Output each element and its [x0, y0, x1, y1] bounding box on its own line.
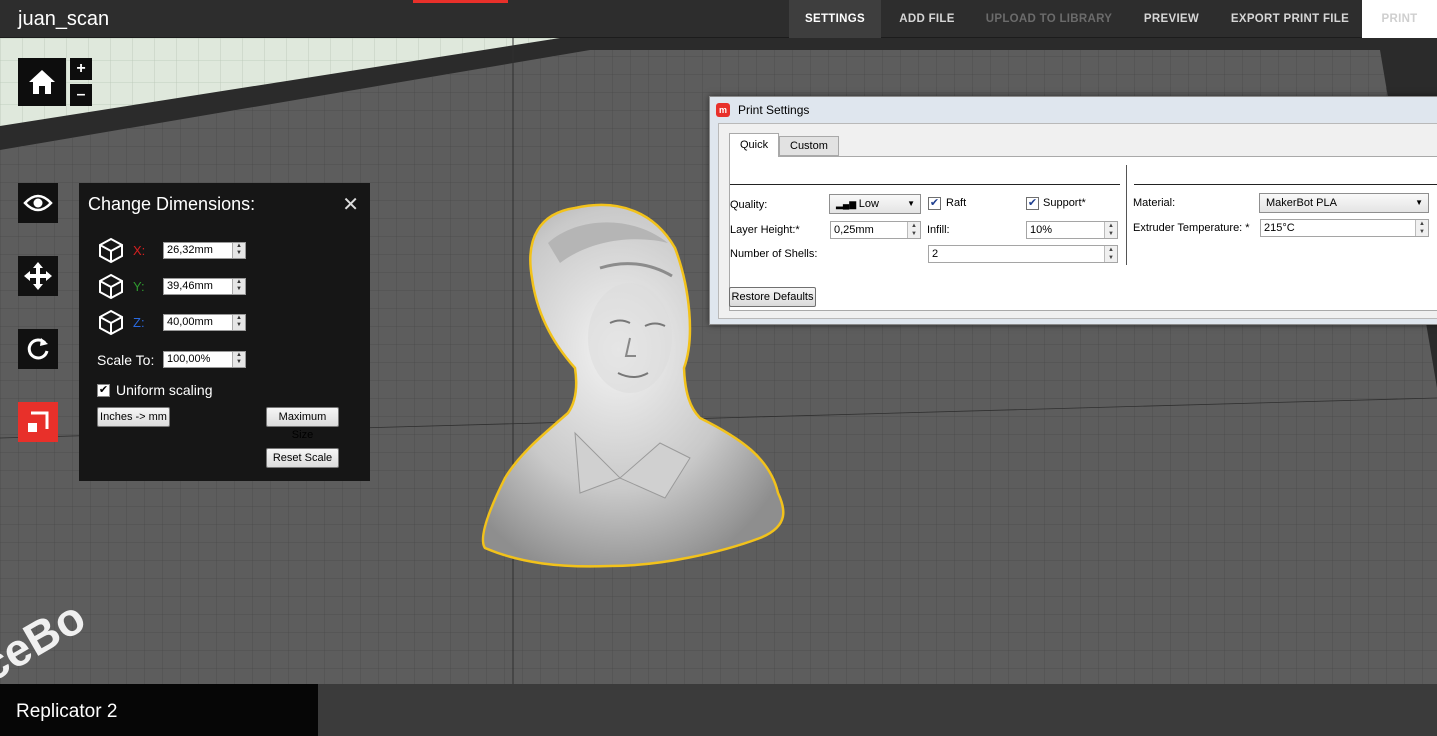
- spin-arrows-icon[interactable]: ▲ ▼: [232, 243, 245, 258]
- extruder-temperature-label: Extruder Temperature: *: [1133, 222, 1250, 234]
- raft-checkbox[interactable]: ✔: [928, 197, 941, 210]
- spin-arrows-icon[interactable]: ▲ ▼: [232, 279, 245, 294]
- move-icon: [24, 262, 52, 290]
- shells-label: Number of Shells:: [730, 248, 818, 260]
- inches-to-mm-button[interactable]: Inches -> mm: [97, 407, 170, 427]
- uniform-scaling-checkbox[interactable]: ✔: [97, 384, 110, 397]
- dialog-title: Print Settings: [738, 103, 810, 117]
- spin-arrows-icon[interactable]: ▲ ▼: [232, 352, 245, 367]
- tab-quick[interactable]: Quick: [729, 133, 780, 157]
- shells-field[interactable]: 2 ▲ ▼: [928, 245, 1118, 263]
- divider: [1134, 184, 1437, 185]
- printer-selector[interactable]: Replicator 2: [0, 684, 318, 736]
- shells-value: 2: [932, 248, 939, 260]
- cube-x-icon: [99, 237, 123, 264]
- dialog-body: Quick Custom Quality: ▂▄▆ Low ▼ ✔ Raft ✔…: [718, 123, 1437, 319]
- home-icon: [29, 70, 55, 94]
- cube-z-icon: [99, 309, 123, 336]
- printer-name: Replicator 2: [16, 701, 118, 722]
- dialog-titlebar[interactable]: m Print Settings: [710, 97, 1437, 123]
- bottom-bar: Replicator 2: [0, 684, 1437, 736]
- maximum-size-button[interactable]: Maximum Size: [266, 407, 339, 441]
- support-checkbox[interactable]: ✔: [1026, 197, 1039, 210]
- signal-icon: ▂▄▆: [836, 199, 859, 209]
- project-title: juan_scan: [18, 8, 110, 30]
- makerbot-logo-icon: m: [716, 103, 730, 117]
- x-dimension-field[interactable]: 26,32mm ▲ ▼: [163, 242, 246, 259]
- nav-upload-to-library[interactable]: UPLOAD TO LIBRARY: [973, 0, 1125, 38]
- nav-preview[interactable]: PREVIEW: [1125, 0, 1218, 38]
- extruder-temperature-field[interactable]: 215°C ▲ ▼: [1260, 219, 1429, 237]
- nav-settings[interactable]: SETTINGS: [789, 0, 881, 38]
- spin-arrows-icon[interactable]: ▲ ▼: [232, 315, 245, 330]
- x-label: X:: [133, 243, 146, 258]
- z-dimension-field[interactable]: 40,00mm ▲ ▼: [163, 314, 246, 331]
- spin-arrows-icon[interactable]: ▲ ▼: [1104, 222, 1117, 238]
- y-dimension-field[interactable]: 39,46mm ▲ ▼: [163, 278, 246, 295]
- layer-height-field[interactable]: 0,25mm ▲ ▼: [830, 221, 921, 239]
- reset-scale-button[interactable]: Reset Scale: [266, 448, 339, 468]
- scale-value: 100,00%: [167, 353, 211, 365]
- scale-to-label: Scale To:: [97, 352, 155, 368]
- infill-value: 10%: [1030, 224, 1053, 236]
- infill-field[interactable]: 10% ▲ ▼: [1026, 221, 1118, 239]
- spin-arrows-icon[interactable]: ▲ ▼: [907, 222, 920, 238]
- scale-to-field[interactable]: 100,00% ▲ ▼: [163, 351, 246, 368]
- cube-y-icon: [99, 273, 123, 300]
- spin-arrows-icon[interactable]: ▲ ▼: [1415, 220, 1428, 236]
- rotate-button[interactable]: [18, 329, 58, 369]
- close-icon[interactable]: ✕: [342, 192, 359, 217]
- tab-custom[interactable]: Custom: [779, 136, 839, 156]
- nav-add-file[interactable]: ADD FILE: [881, 0, 973, 38]
- quality-value: Low: [858, 198, 879, 210]
- chevron-down-icon: ▼: [907, 199, 915, 208]
- y-label: Y:: [133, 279, 145, 294]
- layer-height-value: 0,25mm: [834, 224, 874, 236]
- change-dimensions-panel: Change Dimensions: ✕ X: 26,32mm ▲ ▼ Y: 39…: [79, 183, 370, 481]
- infill-label: Infill:: [927, 224, 950, 236]
- rotate-icon: [27, 338, 49, 360]
- home-view-button[interactable]: [18, 58, 66, 106]
- material-value: MakerBot PLA: [1266, 197, 1337, 209]
- divider: [1126, 165, 1127, 265]
- nav-export-print-file[interactable]: EXPORT PRINT FILE: [1218, 0, 1362, 38]
- spin-arrows-icon[interactable]: ▲ ▼: [1104, 246, 1117, 262]
- panel-title: Change Dimensions:: [88, 194, 256, 214]
- eye-icon: [23, 194, 53, 212]
- quality-label: Quality:: [730, 199, 768, 211]
- uniform-scaling-label: Uniform scaling: [116, 382, 213, 398]
- divider: [730, 184, 1120, 185]
- move-button[interactable]: [18, 256, 58, 296]
- quick-settings-pane: Quality: ▂▄▆ Low ▼ ✔ Raft ✔ Support* Lay…: [729, 156, 1437, 311]
- restore-defaults-button[interactable]: Restore Defaults: [729, 287, 816, 307]
- view-button[interactable]: [18, 183, 58, 223]
- material-label: Material:: [1133, 197, 1176, 209]
- zoom-in-button[interactable]: +: [70, 58, 92, 80]
- scale-icon: [28, 411, 49, 432]
- x-value: 26,32mm: [167, 244, 213, 256]
- z-label: Z:: [133, 315, 145, 330]
- quality-select[interactable]: ▂▄▆ Low ▼: [829, 194, 921, 214]
- support-label: Support*: [1043, 197, 1086, 209]
- scale-button[interactable]: [18, 402, 58, 442]
- accent-indicator: [413, 0, 508, 3]
- y-value: 39,46mm: [167, 280, 213, 292]
- material-select[interactable]: MakerBot PLA ▼: [1259, 193, 1429, 213]
- raft-label: Raft: [946, 197, 967, 209]
- zoom-out-button[interactable]: –: [70, 84, 92, 106]
- layer-height-label: Layer Height:*: [730, 224, 800, 236]
- z-value: 40,00mm: [167, 316, 213, 328]
- print-settings-dialog: m Print Settings Quick Custom Quality: ▂…: [709, 96, 1437, 325]
- extruder-temperature-value: 215°C: [1264, 222, 1295, 234]
- chevron-down-icon: ▼: [1415, 198, 1423, 207]
- nav-print[interactable]: PRINT: [1362, 0, 1437, 38]
- top-bar: juan_scan SETTINGS ADD FILE UPLOAD TO LI…: [0, 0, 1437, 38]
